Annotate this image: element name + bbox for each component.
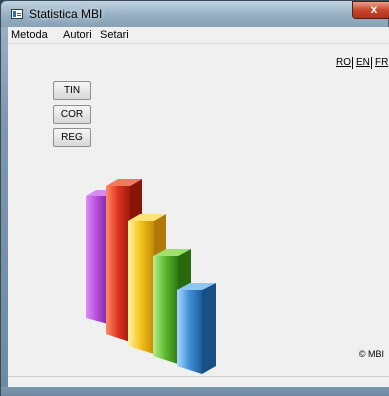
title-bar[interactable]: Statistica MBI x	[1, 1, 389, 27]
reg-button[interactable]: REG	[53, 128, 91, 147]
window-title: Statistica MBI	[29, 7, 103, 21]
language-link-en[interactable]: EN	[356, 57, 372, 69]
3d-bar-chart-icon	[86, 179, 216, 374]
cor-button[interactable]: COR	[53, 105, 91, 124]
menu-bar: Metoda Autori Setari	[8, 27, 389, 44]
menu-item-metoda[interactable]: Metoda	[11, 29, 48, 41]
copyright-label: © MBI	[358, 349, 384, 359]
language-link-fr[interactable]: FR	[375, 57, 389, 69]
tin-button[interactable]: TIN	[53, 81, 91, 100]
menu-item-autori[interactable]: Autori	[63, 29, 92, 41]
language-link-ro[interactable]: RO	[336, 57, 353, 69]
app-icon[interactable]	[11, 9, 23, 19]
status-bar	[8, 376, 389, 387]
main-panel: RO EN FR TIN COR REG © MBI	[8, 44, 389, 376]
close-button[interactable]: x	[352, 1, 389, 19]
app-window: Statistica MBI x Metoda Autori Setari RO…	[0, 0, 389, 396]
menu-item-setari[interactable]: Setari	[100, 29, 129, 41]
chart-bar-blue	[177, 283, 216, 374]
